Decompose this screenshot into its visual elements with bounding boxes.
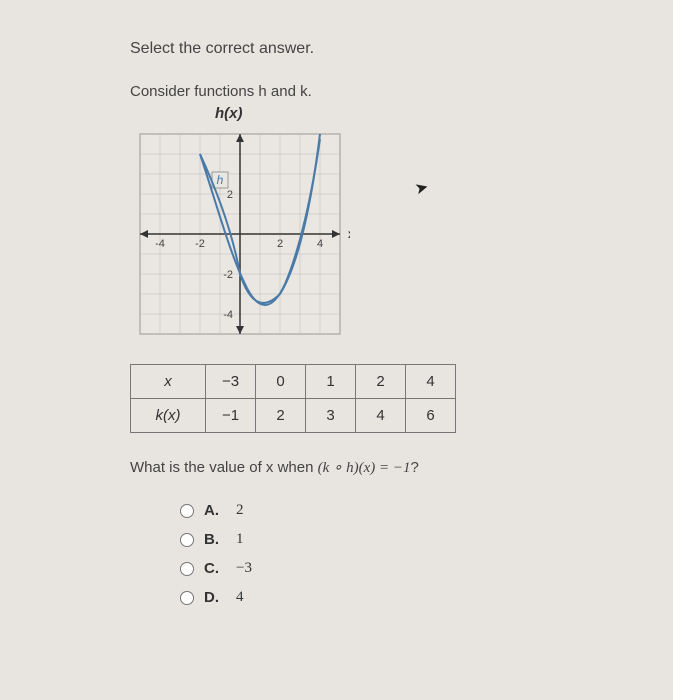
ytick-neg4: -4 — [223, 309, 233, 321]
options-group: A. 2 B. 1 C. −3 D. 4 — [180, 502, 633, 606]
graph-title: h(x) — [215, 105, 633, 122]
table-container: x −3 0 1 2 4 k(x) −1 2 3 4 6 — [130, 364, 633, 433]
table-cell: 2 — [256, 399, 306, 433]
option-c[interactable]: C. −3 — [180, 560, 633, 577]
xtick-neg4: -4 — [155, 238, 165, 250]
option-b-label: B. — [204, 531, 224, 548]
ytick-2: 2 — [227, 189, 233, 201]
question-formula: (k ∘ h)(x) = −1 — [318, 460, 411, 476]
cursor-icon: ➤ — [413, 177, 431, 200]
table-cell: 0 — [256, 365, 306, 399]
xtick-neg2: -2 — [195, 238, 205, 250]
question-text: What is the value of x when (k ∘ h)(x) =… — [130, 458, 633, 477]
table-row: x −3 0 1 2 4 — [131, 365, 456, 399]
radio-c[interactable] — [180, 562, 194, 576]
option-a-label: A. — [204, 502, 224, 519]
table-cell: 1 — [306, 365, 356, 399]
option-a[interactable]: A. 2 — [180, 502, 633, 519]
x-axis-label: x — [348, 227, 350, 241]
instruction-text: Select the correct answer. — [130, 40, 633, 58]
option-b[interactable]: B. 1 — [180, 531, 633, 548]
option-c-label: C. — [204, 560, 224, 577]
question-suffix: ? — [411, 459, 419, 476]
graph-container: -4 -2 2 4 2 -2 -4 x h — [130, 124, 350, 344]
table-cell: 4 — [406, 365, 456, 399]
option-b-value: 1 — [236, 531, 244, 548]
option-d-label: D. — [204, 589, 224, 606]
curve-label: h — [217, 173, 224, 187]
xtick-4: 4 — [317, 238, 323, 250]
option-a-value: 2 — [236, 502, 244, 519]
table-cell: 3 — [306, 399, 356, 433]
question-prefix: What is the value of x when — [130, 459, 318, 476]
ytick-neg2: -2 — [223, 269, 233, 281]
table-cell: 2 — [356, 365, 406, 399]
radio-d[interactable] — [180, 591, 194, 605]
table-cell: −1 — [206, 399, 256, 433]
option-c-value: −3 — [236, 560, 252, 577]
table-cell: 6 — [406, 399, 456, 433]
graph-svg: -4 -2 2 4 2 -2 -4 x h — [130, 124, 350, 344]
radio-a[interactable] — [180, 504, 194, 518]
table-x-label: x — [131, 365, 206, 399]
table-cell: −3 — [206, 365, 256, 399]
option-d-value: 4 — [236, 589, 244, 606]
function-table: x −3 0 1 2 4 k(x) −1 2 3 4 6 — [130, 364, 456, 433]
xtick-2: 2 — [277, 238, 283, 250]
table-kx-label: k(x) — [131, 399, 206, 433]
option-d[interactable]: D. 4 — [180, 589, 633, 606]
table-row: k(x) −1 2 3 4 6 — [131, 399, 456, 433]
table-cell: 4 — [356, 399, 406, 433]
radio-b[interactable] — [180, 533, 194, 547]
context-text: Consider functions h and k. — [130, 83, 633, 100]
